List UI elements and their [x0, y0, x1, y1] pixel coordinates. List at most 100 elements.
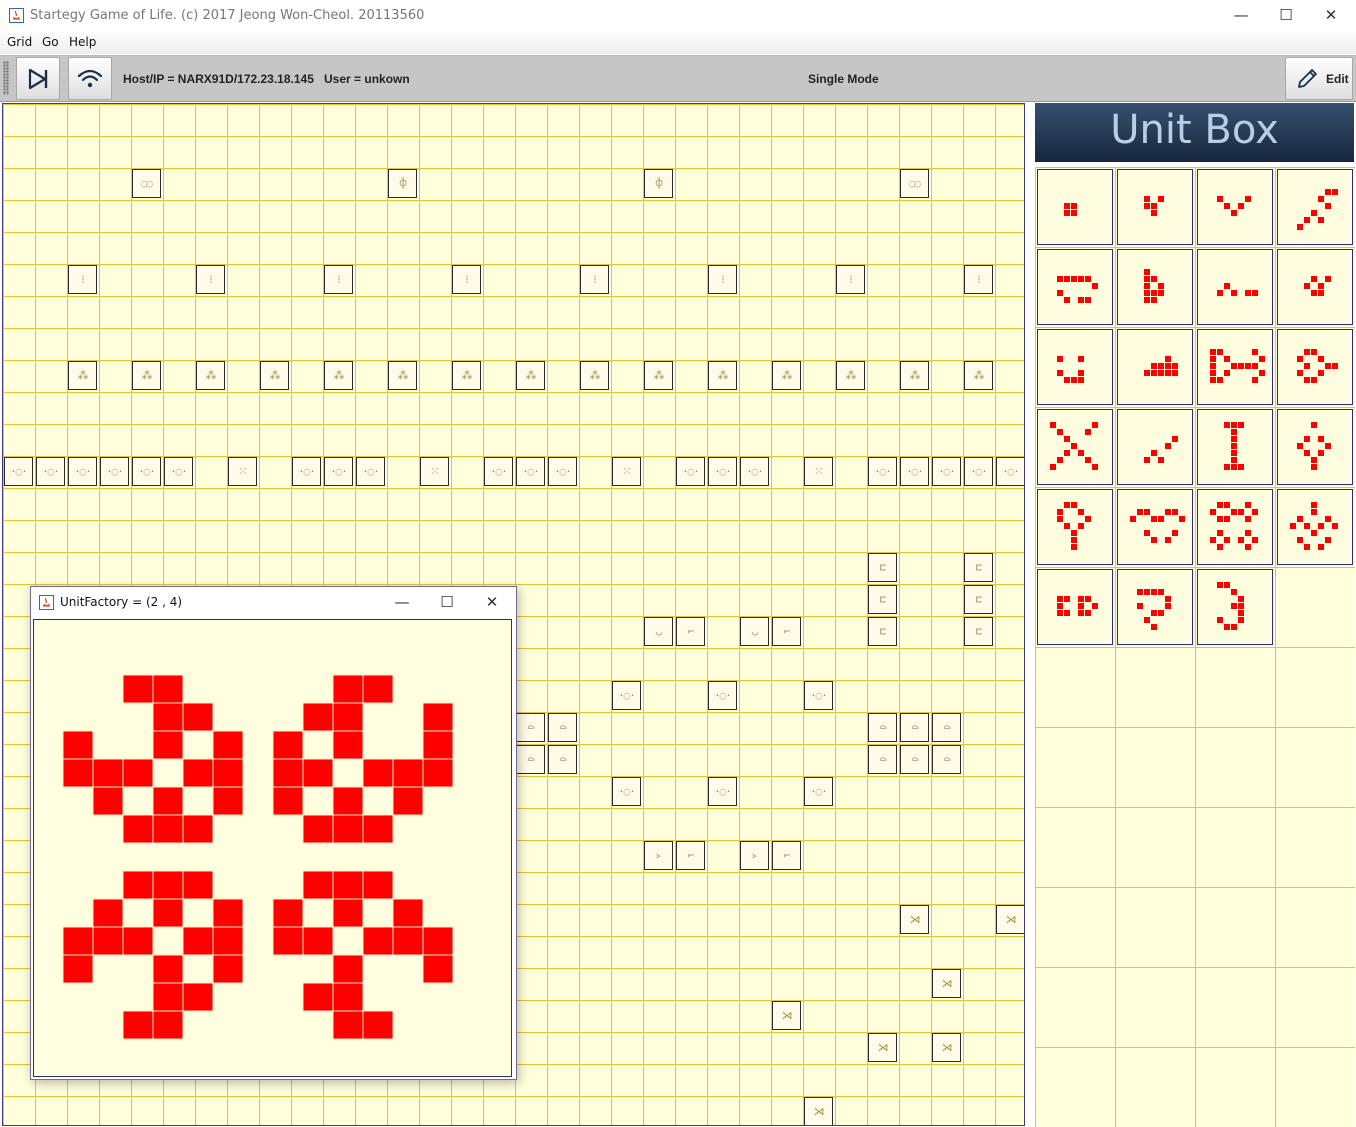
board-unit-cell[interactable]: ·◌·	[804, 777, 833, 806]
board-unit-cell[interactable]: ·◌·	[996, 457, 1024, 486]
board-unit-cell[interactable]: ⊏	[964, 585, 993, 614]
board-unit-cell[interactable]: ·◌·	[356, 457, 385, 486]
unit-factory-minimize-button[interactable]: —	[379, 587, 425, 617]
board-unit-cell[interactable]: ⌓	[548, 713, 577, 742]
board-unit-cell[interactable]: ▹	[740, 841, 769, 870]
board-unit-cell[interactable]: ▹	[644, 841, 673, 870]
board-unit-cell[interactable]: ⁂	[708, 361, 737, 390]
board-unit-cell[interactable]: ·◌·	[804, 681, 833, 710]
board-unit-cell[interactable]: ⁂	[772, 361, 801, 390]
board-unit-cell[interactable]: ⌓	[900, 713, 929, 742]
board-unit-cell[interactable]: ⁝	[68, 265, 97, 294]
board-unit-cell[interactable]: ⁙	[420, 457, 449, 486]
board-unit-cell[interactable]: ⌐	[676, 841, 705, 870]
board-unit-cell[interactable]: ·◌·	[292, 457, 321, 486]
board-unit-cell[interactable]: ⌓	[932, 713, 961, 742]
board-unit-cell[interactable]: ·◌·	[516, 457, 545, 486]
unit-box-item[interactable]	[1277, 249, 1353, 325]
unit-box-item[interactable]	[1117, 169, 1193, 245]
menu-grid[interactable]: Grid	[7, 35, 32, 49]
board-unit-cell[interactable]: ⁂	[68, 361, 97, 390]
menu-go[interactable]: Go	[42, 35, 59, 49]
board-unit-cell[interactable]: ⋊	[868, 1033, 897, 1062]
board-unit-cell[interactable]: ◡	[644, 617, 673, 646]
board-unit-cell[interactable]: ⋊	[996, 905, 1024, 934]
unit-box-item[interactable]	[1117, 569, 1193, 645]
board-unit-cell[interactable]: ⊏	[964, 617, 993, 646]
unit-box-item[interactable]	[1197, 569, 1273, 645]
unit-box-item[interactable]	[1277, 409, 1353, 485]
board-unit-cell[interactable]: ⋊	[932, 1033, 961, 1062]
unit-box-item[interactable]	[1117, 329, 1193, 405]
board-unit-cell[interactable]: ⁂	[324, 361, 353, 390]
unit-box-item[interactable]	[1037, 409, 1113, 485]
board-unit-cell[interactable]: ⌐	[676, 617, 705, 646]
toolbar-grip[interactable]	[3, 61, 9, 95]
board-unit-cell[interactable]: ·◌·	[132, 457, 161, 486]
board-unit-cell[interactable]: ◌◌	[900, 169, 929, 198]
board-unit-cell[interactable]: ·◌·	[484, 457, 513, 486]
board-unit-cell[interactable]: ⋊	[932, 969, 961, 998]
edit-button[interactable]: Edit	[1285, 57, 1353, 100]
board-unit-cell[interactable]: ⋊	[900, 905, 929, 934]
unit-box-item[interactable]	[1197, 489, 1273, 565]
maximize-button[interactable]: ☐	[1263, 0, 1309, 30]
board-unit-cell[interactable]: ⁝	[964, 265, 993, 294]
board-unit-cell[interactable]: ·◌·	[740, 457, 769, 486]
minimize-button[interactable]: —	[1218, 0, 1264, 30]
board-unit-cell[interactable]: ·◌·	[868, 457, 897, 486]
close-button[interactable]: ✕	[1308, 0, 1354, 30]
board-unit-cell[interactable]: ⊏	[868, 617, 897, 646]
unit-box-item[interactable]	[1037, 489, 1113, 565]
board-unit-cell[interactable]: ·◌·	[708, 777, 737, 806]
board-unit-cell[interactable]: ·◌·	[100, 457, 129, 486]
board-unit-cell[interactable]: ⁂	[836, 361, 865, 390]
board-unit-cell[interactable]: ⁂	[644, 361, 673, 390]
board-unit-cell[interactable]: ·◌·	[612, 681, 641, 710]
board-unit-cell[interactable]: ·◌·	[900, 457, 929, 486]
board-unit-cell[interactable]: ·◌·	[4, 457, 33, 486]
board-unit-cell[interactable]: ⋊	[772, 1001, 801, 1030]
network-button[interactable]	[68, 57, 112, 100]
board-unit-cell[interactable]: ·◌·	[964, 457, 993, 486]
board-unit-cell[interactable]: ⁝	[708, 265, 737, 294]
unit-factory-close-button[interactable]: ✕	[469, 587, 515, 617]
unit-box-item[interactable]	[1037, 169, 1113, 245]
board-unit-cell[interactable]: ⁙	[804, 457, 833, 486]
board-unit-cell[interactable]: ⌓	[900, 745, 929, 774]
board-unit-cell[interactable]: ⁂	[260, 361, 289, 390]
unit-box-item[interactable]	[1037, 329, 1113, 405]
board-unit-cell[interactable]: ⌓	[516, 745, 545, 774]
board-unit-cell[interactable]: ⁙	[612, 457, 641, 486]
board-unit-cell[interactable]: ⁂	[452, 361, 481, 390]
board-unit-cell[interactable]: ⁂	[388, 361, 417, 390]
unit-factory-maximize-button[interactable]: ☐	[424, 587, 470, 617]
board-unit-cell[interactable]: ⊏	[868, 553, 897, 582]
board-unit-cell[interactable]: ·◌·	[68, 457, 97, 486]
board-unit-cell[interactable]: ⌓	[516, 713, 545, 742]
board-unit-cell[interactable]: ·◌·	[324, 457, 353, 486]
board-unit-cell[interactable]: ◡	[740, 617, 769, 646]
board-unit-cell[interactable]: ·◌·	[708, 681, 737, 710]
board-unit-cell[interactable]: ·◌·	[676, 457, 705, 486]
board-unit-cell[interactable]: ·◌·	[36, 457, 65, 486]
unit-box-item[interactable]	[1197, 329, 1273, 405]
board-unit-cell[interactable]: ⁝	[196, 265, 225, 294]
board-unit-cell[interactable]: ·◌·	[612, 777, 641, 806]
board-unit-cell[interactable]: ⁂	[132, 361, 161, 390]
board-unit-cell[interactable]: ⌐	[772, 841, 801, 870]
board-unit-cell[interactable]: ⌽	[644, 169, 673, 198]
step-play-button[interactable]	[16, 57, 60, 100]
board-unit-cell[interactable]: ⊏	[964, 553, 993, 582]
board-unit-cell[interactable]: ⊏	[868, 585, 897, 614]
board-unit-cell[interactable]: ⌓	[868, 745, 897, 774]
unit-box-item[interactable]	[1037, 569, 1113, 645]
unit-factory-canvas[interactable]	[33, 619, 512, 1077]
board-unit-cell[interactable]: ⌐	[772, 617, 801, 646]
unit-box-item[interactable]	[1117, 249, 1193, 325]
unit-box-item[interactable]	[1197, 409, 1273, 485]
board-unit-cell[interactable]: ⁂	[900, 361, 929, 390]
board-unit-cell[interactable]: ⁝	[836, 265, 865, 294]
unit-box-item[interactable]	[1277, 489, 1353, 565]
board-unit-cell[interactable]: ⁂	[964, 361, 993, 390]
